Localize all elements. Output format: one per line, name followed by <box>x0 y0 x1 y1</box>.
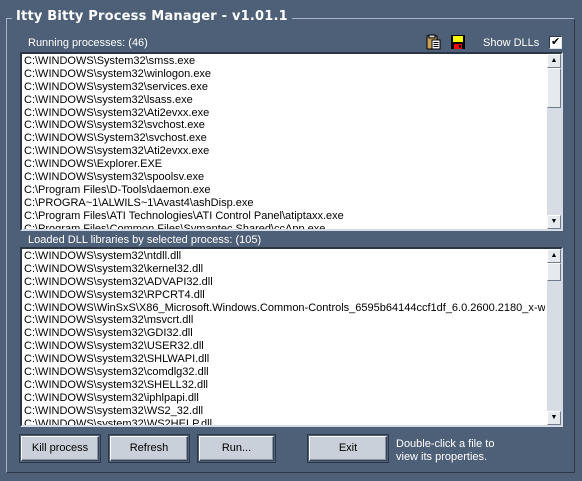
scroll-down-button[interactable]: ▼ <box>547 215 561 229</box>
list-item[interactable]: C:\WINDOWS\system32\svchost.exe <box>24 119 545 132</box>
list-item[interactable]: C:\PROGRA~1\ALWILS~1\Avast4\ashDisp.exe <box>24 197 545 210</box>
list-item[interactable]: C:\WINDOWS\system32\RPCRT4.dll <box>24 289 545 302</box>
hint-text: Double-click a file to view its properti… <box>396 438 494 464</box>
list-item[interactable]: C:\WINDOWS\system32\lsass.exe <box>24 94 545 107</box>
list-item[interactable]: C:\WINDOWS\system32\ADVAPI32.dll <box>24 276 545 289</box>
list-item[interactable]: C:\Program Files\D-Tools\daemon.exe <box>24 184 545 197</box>
list-item[interactable]: C:\WINDOWS\system32\GDI32.dll <box>24 327 545 340</box>
floppy-disk-icon[interactable] <box>450 34 466 50</box>
list-item[interactable]: C:\WINDOWS\system32\iphlpapi.dll <box>24 392 545 405</box>
process-list-items: C:\WINDOWS\System32\smss.exe C:\WINDOWS\s… <box>24 55 545 229</box>
dll-list[interactable]: C:\WINDOWS\system32\ntdll.dll C:\WINDOWS\… <box>20 247 563 427</box>
list-item[interactable]: C:\WINDOWS\system32\SHELL32.dll <box>24 379 545 392</box>
list-item[interactable]: C:\WINDOWS\system32\Ati2evxx.exe <box>24 107 545 120</box>
dll-list-scrollbar[interactable]: ▲ ▼ <box>547 249 561 425</box>
show-dlls-label: Show DLLs <box>483 37 540 49</box>
hint-line-1: Double-click a file to <box>396 438 495 450</box>
dlls-header: Loaded DLL libraries by selected process… <box>28 234 262 246</box>
list-item[interactable]: C:\WINDOWS\system32\ntdll.dll <box>24 250 545 263</box>
checkmark-icon: ✔ <box>551 36 561 48</box>
list-item[interactable]: C:\WINDOWS\system32\WS2_32.dll <box>24 405 545 418</box>
show-dlls-checkbox[interactable]: ✔ <box>549 36 562 49</box>
list-item[interactable]: C:\WINDOWS\system32\winlogon.exe <box>24 68 545 81</box>
hint-line-2: view its properties. <box>396 451 488 463</box>
list-item[interactable]: C:\WINDOWS\system32\WS2HELP.dll <box>24 418 545 425</box>
dll-list-items: C:\WINDOWS\system32\ntdll.dll C:\WINDOWS\… <box>24 250 545 425</box>
process-list-scrollbar[interactable]: ▲ ▼ <box>547 54 561 229</box>
list-item[interactable]: C:\WINDOWS\System32\svchost.exe <box>24 132 545 145</box>
list-item[interactable]: C:\WINDOWS\WinSxS\X86_Microsoft.Windows.… <box>24 302 545 315</box>
scroll-down-button[interactable]: ▼ <box>547 411 561 425</box>
scroll-up-button[interactable]: ▲ <box>547 249 561 263</box>
list-item[interactable]: C:\Program Files\ATI Technologies\ATI Co… <box>24 210 545 223</box>
clipboard-icon[interactable] <box>425 34 441 50</box>
list-item[interactable]: C:\WINDOWS\Explorer.EXE <box>24 158 545 171</box>
refresh-button[interactable]: Refresh <box>108 434 190 463</box>
run-button[interactable]: Run... <box>197 434 276 463</box>
exit-button[interactable]: Exit <box>307 434 389 463</box>
list-item[interactable]: C:\WINDOWS\system32\services.exe <box>24 81 545 94</box>
list-item[interactable]: C:\WINDOWS\system32\spoolsv.exe <box>24 171 545 184</box>
list-item[interactable]: C:\WINDOWS\System32\smss.exe <box>24 55 545 68</box>
kill-process-button[interactable]: Kill process <box>19 434 101 463</box>
list-item[interactable]: C:\WINDOWS\system32\comdlg32.dll <box>24 366 545 379</box>
list-item[interactable]: C:\WINDOWS\system32\msvcrt.dll <box>24 314 545 327</box>
app-title: Itty Bitty Process Manager - v1.01.1 <box>12 9 292 24</box>
list-item[interactable]: C:\WINDOWS\system32\Ati2evxx.exe <box>24 145 545 158</box>
list-item[interactable]: C:\WINDOWS\system32\USER32.dll <box>24 340 545 353</box>
scroll-thumb[interactable] <box>547 68 561 108</box>
scroll-thumb[interactable] <box>547 263 561 281</box>
scroll-up-button[interactable]: ▲ <box>547 54 561 68</box>
process-list[interactable]: C:\WINDOWS\System32\smss.exe C:\WINDOWS\s… <box>20 52 563 231</box>
list-item[interactable]: C:\WINDOWS\system32\SHLWAPI.dll <box>24 353 545 366</box>
list-item[interactable]: C:\Program Files\Common Files\Symantec S… <box>24 223 545 229</box>
processes-header: Running processes: (46) <box>28 37 148 49</box>
list-item[interactable]: C:\WINDOWS\system32\kernel32.dll <box>24 263 545 276</box>
